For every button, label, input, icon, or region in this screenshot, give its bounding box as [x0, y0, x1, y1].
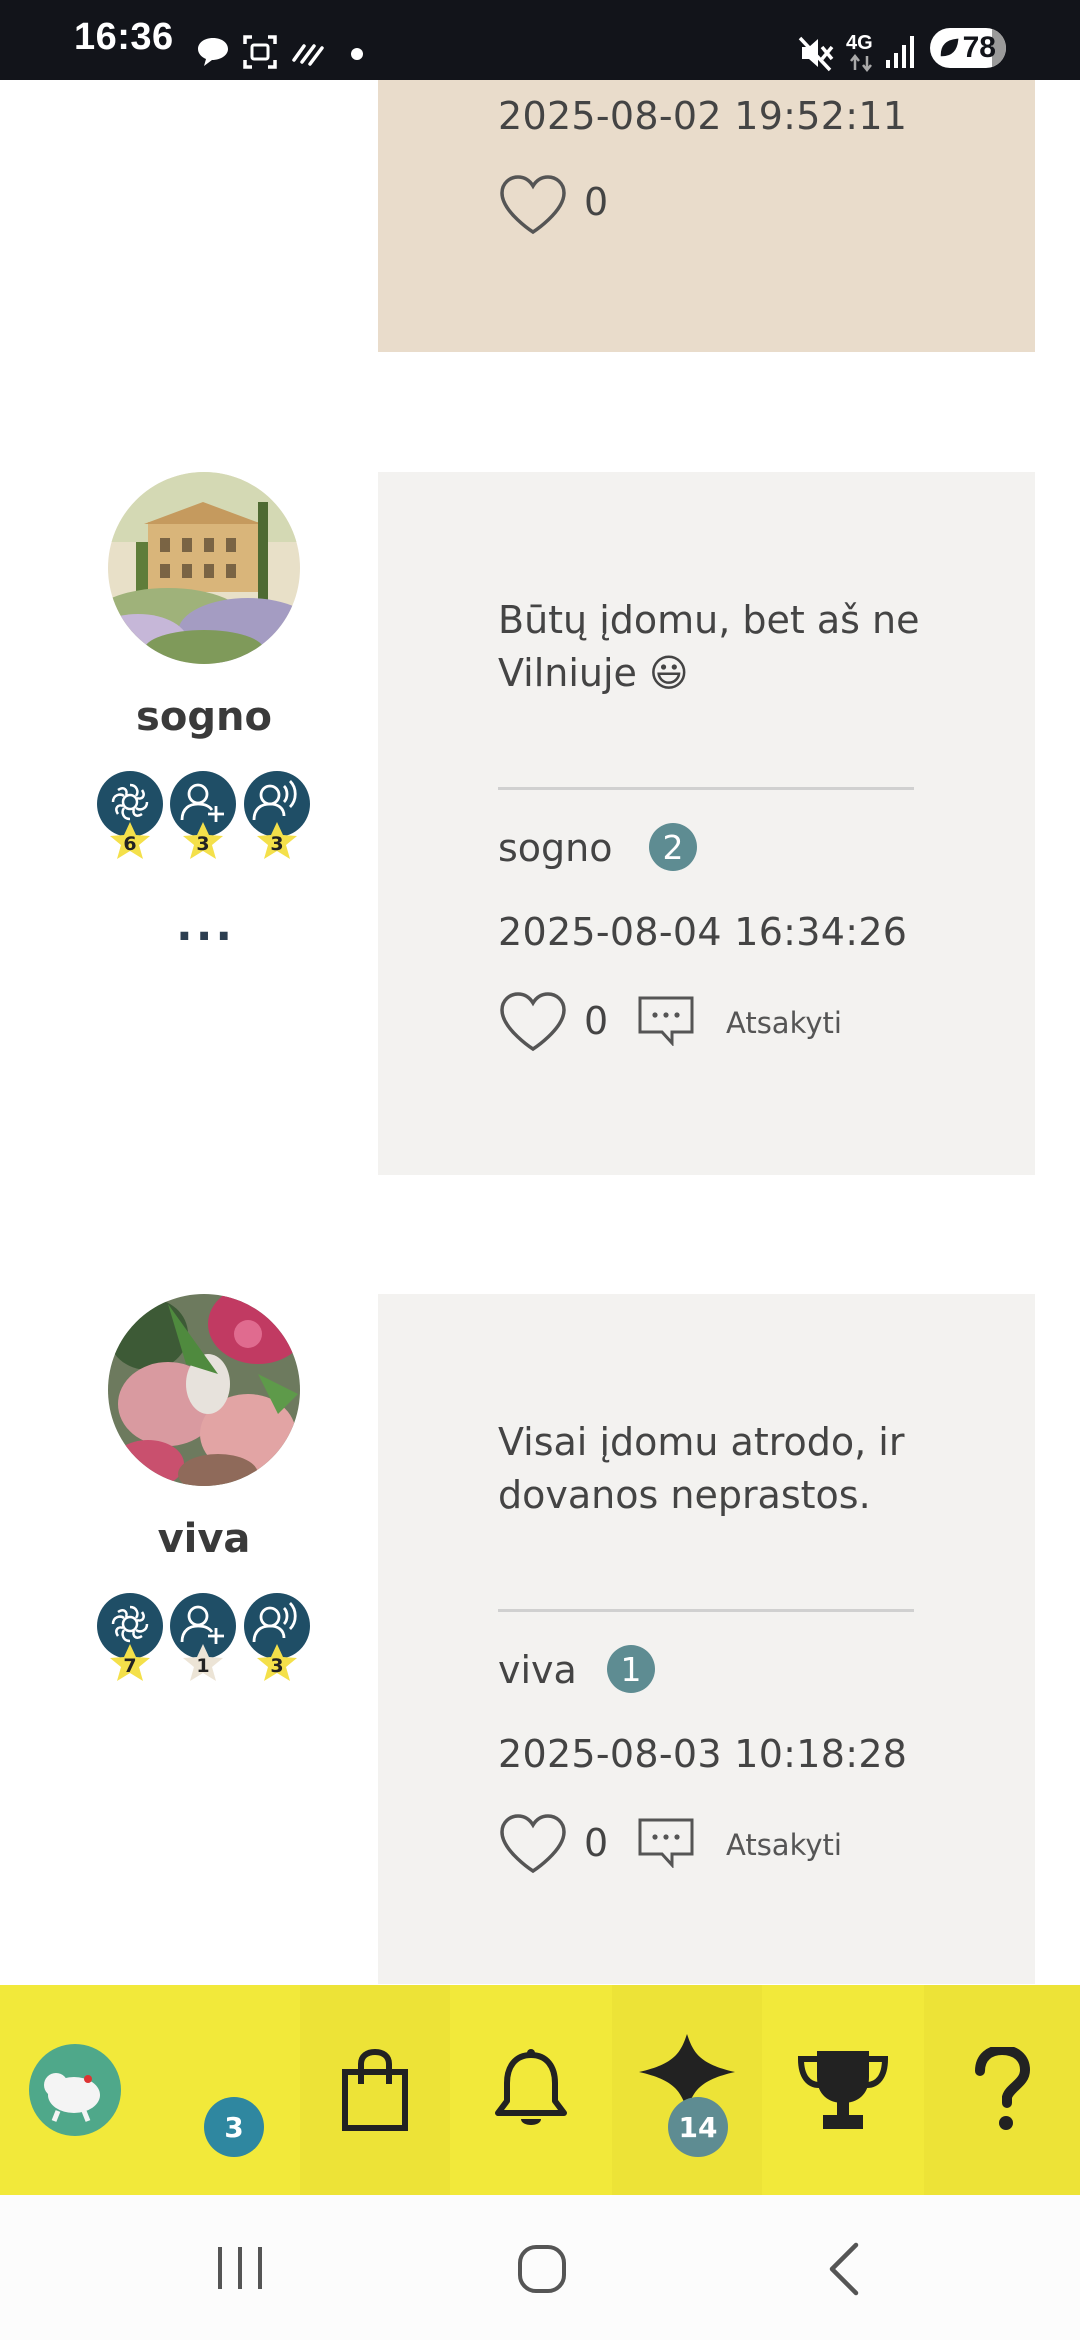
like-count: 0	[584, 180, 609, 224]
wifi-calling-icon	[292, 44, 324, 66]
status-bar: 16:36 4G 78	[0, 0, 1080, 80]
avatar[interactable]	[108, 472, 300, 664]
reply-button[interactable]: Atsakyti	[726, 1006, 842, 1040]
comment-card	[378, 472, 1035, 1175]
reply-button[interactable]: Atsakyti	[726, 1828, 842, 1862]
badge-count: 6	[123, 833, 136, 855]
badge-count: 3	[270, 833, 283, 855]
badge-talk: 3	[242, 770, 312, 862]
stars-nav-item[interactable]: 14	[612, 1985, 762, 2195]
badge-achievements: 7	[95, 1592, 165, 1684]
badge-friends: 3	[168, 770, 238, 862]
comment-author[interactable]: viva	[498, 1648, 577, 1692]
like-count: 0	[584, 999, 609, 1043]
like-count: 0	[584, 1821, 609, 1865]
dot-icon	[351, 48, 363, 60]
comment-card	[378, 1294, 1035, 1984]
flower-badge-icon: 6	[97, 771, 163, 859]
battery-indicator: 78	[930, 28, 1006, 68]
heart-icon[interactable]	[498, 174, 568, 236]
divider	[498, 1609, 914, 1612]
bell-icon	[495, 2049, 567, 2125]
username[interactable]: sogno	[104, 694, 304, 740]
status-time: 16:36	[74, 16, 174, 58]
system-navigation-bar	[0, 2195, 1080, 2340]
reply-bubble-icon[interactable]	[638, 996, 694, 1046]
comment-date: 2025-08-04 16:34:26	[498, 910, 908, 954]
more-badges-button[interactable]: ...	[176, 900, 235, 951]
badge-count: 3	[270, 1655, 283, 1677]
badge-count: 3	[196, 833, 209, 855]
avatar-image-flowers	[108, 1294, 300, 1486]
notifications-nav-item[interactable]	[456, 1985, 606, 2195]
speaking-badge-icon: 3	[244, 1593, 310, 1681]
heart-icon[interactable]	[498, 991, 568, 1053]
recent-apps-icon[interactable]	[214, 2243, 266, 2293]
heart-icon[interactable]	[498, 1813, 568, 1875]
shop-nav-item[interactable]	[300, 1985, 450, 2195]
avatar[interactable]	[108, 1294, 300, 1486]
username[interactable]: viva	[104, 1516, 304, 1562]
profile-nav-item[interactable]: 3	[0, 1985, 290, 2195]
data-arrows-icon	[850, 54, 872, 72]
signal-icon	[886, 36, 914, 68]
help-icon	[975, 2047, 1030, 2130]
avatar-image-villa	[108, 472, 300, 664]
badge-achievements: 6	[95, 770, 165, 862]
comment-text: Visai įdomu atrodo, ir dovanos neprastos…	[498, 1420, 905, 1517]
network-type: 4G	[846, 32, 873, 54]
comment-date: 2025-08-03 10:18:28	[498, 1732, 908, 1776]
user-avatar-icon	[29, 2044, 121, 2136]
add-user-badge-icon: 3	[170, 771, 236, 859]
screenshot-icon	[243, 35, 277, 69]
help-nav-item[interactable]	[924, 1985, 1080, 2195]
post-count-badge: 2	[649, 823, 697, 871]
flower-badge-icon: 7	[97, 1593, 163, 1681]
back-icon[interactable]	[826, 2241, 862, 2297]
comment-text: Būtų įdomu, bet aš ne Vilniuje 😃	[498, 598, 920, 695]
speaking-badge-icon: 3	[244, 771, 310, 859]
badge-count: 1	[196, 1655, 209, 1677]
add-user-badge-icon: 1	[170, 1593, 236, 1681]
battery-level: 78	[962, 31, 996, 64]
battery-saver-icon	[940, 38, 959, 57]
reply-bubble-icon[interactable]	[638, 1818, 694, 1868]
post-count-badge: 1	[607, 1645, 655, 1693]
badge-friends: 1	[168, 1592, 238, 1684]
chat-bubble-icon	[198, 38, 228, 66]
comment-author[interactable]: sogno	[498, 826, 613, 870]
comment-date: 2025-08-02 19:52:11	[498, 94, 908, 138]
mute-icon	[798, 36, 834, 72]
notification-count-badge: 3	[204, 2097, 264, 2157]
divider	[498, 787, 914, 790]
trophy-nav-item[interactable]	[768, 1985, 918, 2195]
badge-talk: 3	[242, 1592, 312, 1684]
star-count-badge: 14	[668, 2097, 728, 2157]
badge-count: 7	[123, 1655, 136, 1677]
home-icon[interactable]	[516, 2243, 568, 2295]
trophy-icon	[797, 2051, 889, 2129]
shop-bag-icon	[342, 2048, 408, 2131]
bottom-nav: 3 14	[0, 1985, 1080, 2195]
